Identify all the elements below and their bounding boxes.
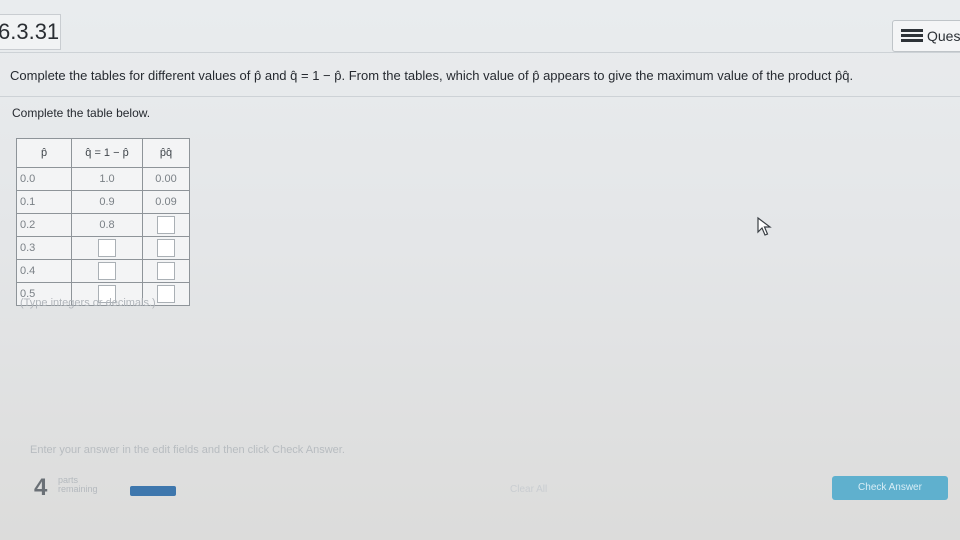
parts-label-line2: remaining — [58, 484, 98, 494]
parts-progress-bar — [130, 486, 176, 496]
mouse-cursor-icon — [757, 216, 772, 236]
pq-input[interactable] — [157, 285, 175, 303]
p-value: 0.2 — [16, 213, 72, 237]
table-row: 0.0 1.0 0.00 — [16, 167, 190, 191]
p-value: 0.3 — [16, 236, 72, 260]
header-divider — [0, 52, 960, 53]
q-value: 0.9 — [71, 190, 143, 214]
table-row: 0.2 0.8 — [16, 213, 190, 237]
check-answer-button[interactable]: Check Answer — [832, 476, 948, 500]
column-header-p: p̂ — [16, 138, 72, 168]
instruction-text: Complete the table below. — [12, 106, 151, 120]
table-header-row: p̂ q̂ = 1 − p̂ p̂q̂ — [16, 138, 190, 168]
question-divider — [0, 96, 960, 97]
pq-value: 0.00 — [142, 167, 190, 191]
parts-remaining-label: parts remaining — [58, 476, 98, 494]
q-answer-cell — [71, 236, 143, 260]
pq-value: 0.09 — [142, 190, 190, 214]
q-input[interactable] — [98, 262, 116, 280]
q-value: 1.0 — [71, 167, 143, 191]
question-text: Complete the tables for different values… — [10, 68, 854, 83]
answer-table: p̂ q̂ = 1 − p̂ p̂q̂ 0.0 1.0 0.00 0.1 0.9… — [16, 138, 190, 306]
top-bar: 6.3.31 Ques — [0, 8, 960, 52]
pq-input[interactable] — [157, 216, 175, 234]
q-value: 0.8 — [71, 213, 143, 237]
pq-answer-cell — [142, 213, 190, 237]
pq-input[interactable] — [157, 262, 175, 280]
column-header-pq: p̂q̂ — [142, 138, 190, 168]
pq-answer-cell — [142, 259, 190, 283]
p-value: 0.0 — [16, 167, 72, 191]
footer-hint: Enter your answer in the edit fields and… — [30, 444, 345, 456]
question-menu-label: Ques — [927, 28, 960, 44]
parts-remaining-count: 4 — [34, 474, 48, 501]
list-menu-icon — [901, 29, 923, 43]
p-value: 0.1 — [16, 190, 72, 214]
answer-table-container: p̂ q̂ = 1 − p̂ p̂q̂ 0.0 1.0 0.00 0.1 0.9… — [16, 138, 190, 306]
input-hint: (Type integers or decimals.) — [20, 297, 156, 309]
p-value: 0.4 — [16, 259, 72, 283]
column-header-q: q̂ = 1 − p̂ — [71, 138, 143, 168]
table-row: 0.1 0.9 0.09 — [16, 190, 190, 214]
q-answer-cell — [71, 259, 143, 283]
question-menu-button[interactable]: Ques — [892, 20, 960, 52]
pq-input[interactable] — [157, 239, 175, 257]
table-row: 0.4 — [16, 259, 190, 283]
q-input[interactable] — [98, 239, 116, 257]
pq-answer-cell — [142, 236, 190, 260]
problem-id: 6.3.31 — [0, 14, 61, 50]
clear-all-button[interactable]: Clear All — [510, 484, 547, 495]
table-row: 0.3 — [16, 236, 190, 260]
